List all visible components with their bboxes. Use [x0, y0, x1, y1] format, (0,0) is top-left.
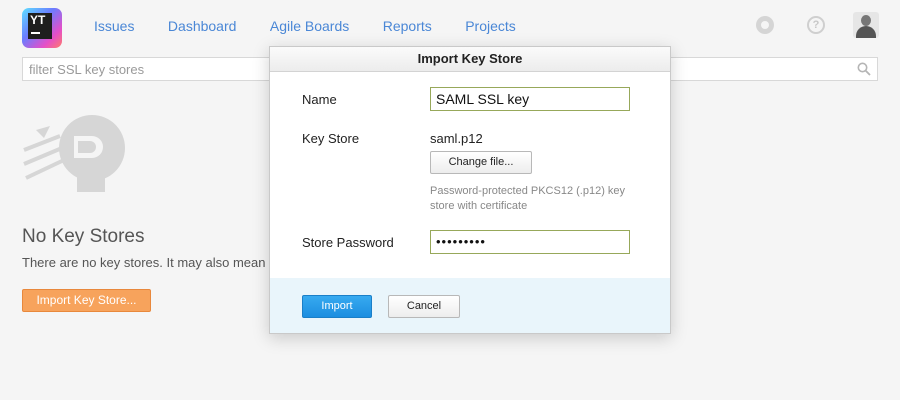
- dialog-title: Import Key Store: [270, 47, 670, 72]
- key-store-file-name: saml.p12: [430, 131, 483, 146]
- avatar-head: [861, 15, 871, 26]
- avatar[interactable]: [853, 12, 879, 38]
- cancel-button[interactable]: Cancel: [388, 295, 460, 318]
- avatar-body: [856, 26, 876, 38]
- logo-underline: [31, 32, 40, 34]
- import-button[interactable]: Import: [302, 295, 372, 318]
- top-bar: YT Issues Dashboard Agile Boards Reports…: [0, 0, 900, 52]
- nav-reports[interactable]: Reports: [383, 18, 432, 34]
- key-store-hint: Password-protected PKCS12 (.p12) key sto…: [430, 185, 626, 212]
- dialog-footer: Import Cancel: [270, 278, 670, 333]
- search-icon[interactable]: [857, 62, 871, 76]
- logo-text: YT: [30, 13, 46, 27]
- empty-state-title: No Key Stores: [22, 226, 145, 247]
- main-nav: Issues Dashboard Agile Boards Reports Pr…: [94, 18, 545, 36]
- nav-agile-boards[interactable]: Agile Boards: [270, 18, 349, 34]
- key-store-label: Key Store: [302, 131, 360, 146]
- youtrack-logo[interactable]: YT: [22, 8, 62, 48]
- change-file-button[interactable]: Change file...: [430, 151, 532, 174]
- name-field[interactable]: SAML SSL key: [430, 87, 630, 111]
- help-icon[interactable]: ?: [807, 16, 825, 34]
- store-password-label: Store Password: [302, 235, 394, 250]
- gear-icon[interactable]: [756, 16, 774, 34]
- name-label: Name: [302, 92, 337, 107]
- key-store-illustration: [23, 115, 125, 192]
- logo-mark: YT: [28, 13, 52, 39]
- nav-projects[interactable]: Projects: [465, 18, 516, 34]
- nav-issues[interactable]: Issues: [94, 18, 134, 34]
- nav-dashboard[interactable]: Dashboard: [168, 18, 237, 34]
- empty-state-text: There are no key stores. It may also mea…: [22, 255, 273, 270]
- import-key-store-button[interactable]: Import Key Store...: [22, 289, 151, 312]
- import-key-store-dialog: Import Key Store Name SAML SSL key Key S…: [269, 46, 671, 334]
- store-password-field[interactable]: •••••••••: [430, 230, 630, 254]
